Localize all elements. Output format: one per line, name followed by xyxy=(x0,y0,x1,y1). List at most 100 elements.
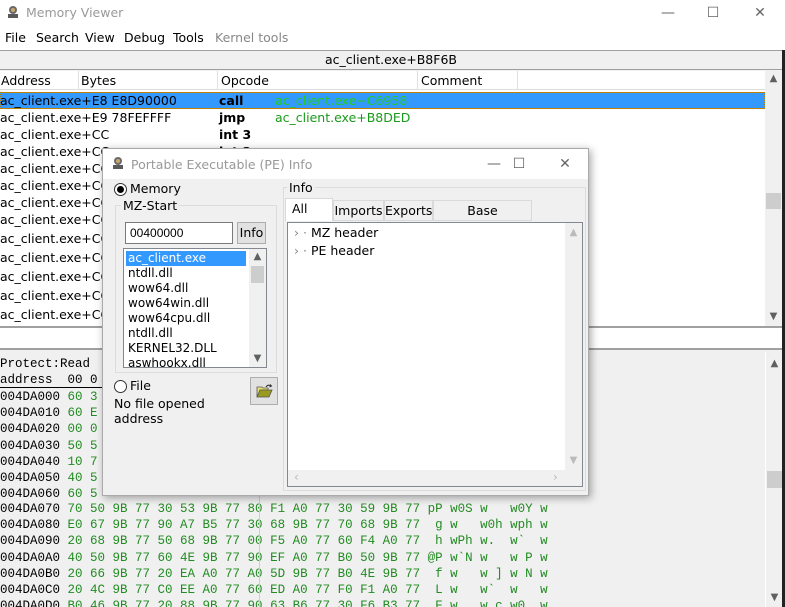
minimize-button[interactable]: — xyxy=(645,0,691,26)
hex-row[interactable]: 004DA0B0 20 66 9B 77 20 EA A0 77 A0 5D 9… xyxy=(0,566,548,582)
hex-row-bytes: 40 50 9B 77 60 4E 9B 77 90 EF A0 77 B0 5… xyxy=(67,550,421,565)
tab-imports[interactable]: Imports xyxy=(333,200,384,221)
scroll-down-icon[interactable]: ▼ xyxy=(766,592,783,603)
column-divider[interactable] xyxy=(517,71,518,90)
module-list-item[interactable]: KERNEL32.DLL xyxy=(126,341,246,356)
scroll-up-icon[interactable]: ▲ xyxy=(565,227,582,238)
menu-search[interactable]: Search xyxy=(36,30,79,45)
hex-row[interactable]: 004DA050 40 5 xyxy=(0,470,98,486)
hex-row[interactable]: 004DA080 E0 67 9B 77 90 A7 B5 77 30 68 9… xyxy=(0,517,548,533)
tab-base-relocations[interactable]: Base Relocations xyxy=(433,200,532,238)
hex-row[interactable]: 004DA010 60 E xyxy=(0,405,98,421)
scroll-up-icon[interactable]: ▲ xyxy=(249,251,266,262)
column-divider[interactable] xyxy=(417,71,418,90)
hex-row[interactable]: 004DA070 70 50 9B 77 30 53 9B 77 80 F1 A… xyxy=(0,501,548,517)
info-button[interactable]: Info xyxy=(237,222,266,244)
hex-row-address: 004DA0C0 xyxy=(0,583,61,597)
row-address-bytes: ac_client.exe+E9 78FEFFFF xyxy=(0,110,172,125)
module-list-item[interactable]: aswhookx.dll xyxy=(126,356,246,367)
close-button[interactable]: ✕ xyxy=(737,0,783,26)
row-address-bytes: ac_client.exe+CC xyxy=(0,195,110,210)
hex-protect-label: Protect:Read xyxy=(0,357,91,371)
scroll-up-icon[interactable]: ▲ xyxy=(766,358,783,369)
file-radio[interactable] xyxy=(114,380,127,393)
dialog-maximize-button[interactable]: ☐ xyxy=(496,151,542,177)
menu-view[interactable]: View xyxy=(85,30,115,45)
dialog-title-bar: Portable Executable (PE) Info — ☐ ✕ xyxy=(103,149,588,179)
pe-info-dialog: Portable Executable (PE) Info — ☐ ✕ Memo… xyxy=(102,148,589,496)
hex-row[interactable]: 004DA020 00 0 xyxy=(0,421,98,437)
scrollbar-thumb[interactable] xyxy=(766,193,781,209)
column-divider[interactable] xyxy=(217,71,218,90)
memory-radio[interactable] xyxy=(114,183,127,196)
scrollbar-thumb[interactable] xyxy=(251,266,264,283)
hex-row-bytes: 10 7 xyxy=(67,454,98,469)
hex-row[interactable]: 004DA060 60 5 xyxy=(0,486,98,502)
hex-row-bytes: 00 0 xyxy=(67,422,98,437)
expand-chevron-icon[interactable]: › · xyxy=(294,225,307,240)
disassembler-row[interactable]: ac_client.exe+E9 78FEFFFF jmp ac_client.ex… xyxy=(0,109,765,126)
module-list-item[interactable]: wow64.dll xyxy=(126,281,246,296)
pe-tree-view[interactable]: › · MZ header › · PE header ▲ ▼ ‹ › xyxy=(287,222,583,487)
disassembler-scrollbar[interactable]: ▲ ▼ xyxy=(765,71,782,326)
module-list-item[interactable]: ntdll.dll xyxy=(126,266,246,281)
scroll-down-icon[interactable]: ▼ xyxy=(565,455,582,466)
menu-file[interactable]: File xyxy=(5,30,26,45)
hex-row-address: 004DA070 xyxy=(0,502,61,516)
tree-node-mz-header[interactable]: › · MZ header xyxy=(294,224,378,242)
tab-exports[interactable]: Exports xyxy=(384,200,433,221)
hex-row[interactable]: 004DA0A0 40 50 9B 77 60 4E 9B 77 90 EF A… xyxy=(0,550,548,566)
hex-row[interactable]: 004DA090 20 68 9B 77 50 68 9B 77 00 F5 A… xyxy=(0,533,548,549)
hex-row-ascii: L w w` w w xyxy=(427,583,548,597)
module-list-item[interactable]: wow64cpu.dll xyxy=(126,311,246,326)
hex-row[interactable]: 004DA0C0 20 4C 9B 77 C0 EE A0 77 60 ED A… xyxy=(0,582,548,598)
hex-row[interactable]: 004DA040 10 7 xyxy=(0,454,98,470)
scrollbar-thumb[interactable] xyxy=(767,471,782,488)
hex-row-ascii: pP w0S w w0Y w xyxy=(427,502,548,516)
row-opcode: call xyxy=(219,93,244,108)
menu-bar: File Search View Debug Tools Kernel tool… xyxy=(0,26,785,50)
hex-row[interactable]: 004DA030 50 5 xyxy=(0,438,98,454)
scroll-left-icon[interactable]: ‹ xyxy=(294,470,299,484)
module-list-scrollbar[interactable]: ▲ ▼ xyxy=(249,249,266,367)
menu-kernel-tools[interactable]: Kernel tools xyxy=(215,30,288,45)
hex-ascii-separator xyxy=(259,493,260,607)
mz-start-input[interactable] xyxy=(125,222,233,244)
open-file-button[interactable] xyxy=(250,377,278,405)
scroll-right-icon[interactable]: › xyxy=(553,470,558,484)
tree-hscrollbar[interactable]: ‹ › xyxy=(288,470,565,486)
tree-node-pe-header[interactable]: › · PE header xyxy=(294,242,374,260)
hex-scrollbar[interactable]: ▲ ▼ xyxy=(765,352,782,607)
tab-all[interactable]: All xyxy=(285,198,333,221)
hex-row-address: 004DA0D0 xyxy=(0,599,61,607)
app-icon xyxy=(8,6,18,18)
disassembler-row[interactable]: ac_client.exe+E8 E8D90000 call ac_client.e… xyxy=(0,92,765,109)
disassembler-row[interactable]: ac_client.exe+CC int 3 xyxy=(0,126,765,143)
expand-chevron-icon[interactable]: › · xyxy=(294,243,307,258)
hex-row-bytes: 40 5 xyxy=(67,471,98,485)
hex-row-address: 004DA0A0 xyxy=(0,550,61,565)
dialog-close-button[interactable]: ✕ xyxy=(542,151,588,177)
module-list-item[interactable]: wow64win.dll xyxy=(126,296,246,311)
hex-row-bytes: 20 4C 9B 77 C0 EE A0 77 60 ED A0 77 F0 F… xyxy=(67,583,421,597)
hex-row-bytes: B0 46 9B 77 20 88 9B 77 90 63 B6 77 30 F… xyxy=(67,599,421,607)
scroll-down-icon[interactable]: ▼ xyxy=(249,353,266,364)
hex-row[interactable]: 004DA0D0 B0 46 9B 77 20 88 9B 77 90 63 B… xyxy=(0,598,548,607)
column-opcode[interactable]: Opcode xyxy=(221,73,269,90)
column-address[interactable]: Address xyxy=(1,73,51,90)
column-divider[interactable] xyxy=(78,71,79,90)
module-list-item[interactable]: ntdll.dll xyxy=(126,326,246,341)
module-list[interactable]: ac_client.exe ntdll.dll wow64.dll wow64win.… xyxy=(123,248,267,368)
file-label: File xyxy=(130,378,151,393)
scroll-down-icon[interactable]: ▼ xyxy=(765,311,782,322)
menu-debug[interactable]: Debug xyxy=(124,30,165,45)
column-comment[interactable]: Comment xyxy=(421,73,482,90)
module-list-item[interactable]: ac_client.exe xyxy=(126,251,246,266)
scroll-up-icon[interactable]: ▲ xyxy=(765,73,782,84)
hex-row[interactable]: 004DA000 60 3 xyxy=(0,389,98,405)
menu-tools[interactable]: Tools xyxy=(173,30,204,45)
column-bytes[interactable]: Bytes xyxy=(81,73,116,90)
row-address-bytes: ac_client.exe+E8 E8D90000 xyxy=(0,93,177,108)
maximize-button[interactable]: ☐ xyxy=(690,0,736,26)
tree-vscrollbar[interactable]: ▲ ▼ xyxy=(565,223,582,470)
